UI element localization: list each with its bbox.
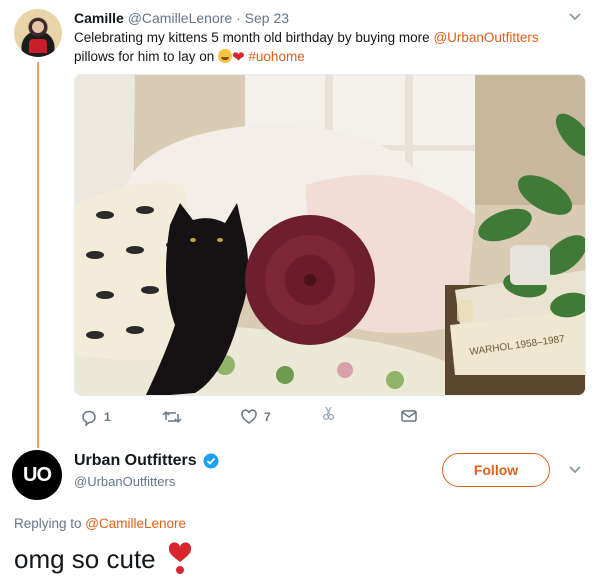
tweet1-header: Camille @CamilleLenore · Sep 23 [74,10,289,26]
verified-badge-icon [203,453,219,469]
replying-to-line: Replying to @CamilleLenore [14,516,186,531]
scissors-icon [322,406,335,421]
cat-photo-illustration: WARHOL 1958–1987 [75,75,585,395]
laughing-emoji-icon [218,49,233,63]
tweet1-text-part1: Celebrating my kittens 5 month old birth… [74,30,434,45]
heart-outline-icon [241,409,257,424]
avatar-face [32,21,44,33]
tweet1-author-name[interactable]: Camille [74,10,124,26]
tweet1-date[interactable]: Sep 23 [245,10,289,26]
follow-button[interactable]: Follow [442,453,550,487]
heavy-heart-exclamation-icon [168,542,191,574]
hashtag-link[interactable]: #uohome [248,49,304,64]
like-action[interactable]: 7 [240,408,271,426]
tweet1-actions: 1 7 [74,406,434,434]
tweet1-photo[interactable]: WARHOL 1958–1987 [74,74,586,396]
camille-avatar[interactable] [14,9,62,57]
tweet1-separator: · [236,10,241,26]
tweet1-author-handle[interactable]: @CamilleLenore [128,10,232,26]
mention-link[interactable]: @UrbanOutfitters [433,30,538,45]
red-heart-emoji-icon: ❤ [232,49,245,66]
reply-count: 1 [104,410,111,424]
retweet-icon [162,410,182,424]
tweet2-text-content: omg so cute [14,543,156,574]
message-action[interactable] [400,408,418,424]
tweet2-author: Urban Outfitters [74,452,219,470]
chevron-down-icon[interactable] [568,465,582,475]
tweet2-author-name[interactable]: Urban Outfitters [74,452,197,470]
retweet-action[interactable] [162,408,188,426]
urban-outfitters-avatar[interactable]: UO [12,450,62,500]
replying-to-handle-link[interactable]: @CamilleLenore [85,516,186,531]
tweet1-text-part2: pillows for him to lay on [74,49,219,64]
tweet2-text: omg so cute [14,542,194,576]
uo-logo-text: UO [23,463,52,486]
tweet2-author-handle[interactable]: @UrbanOutfitters [74,474,175,489]
like-count: 7 [264,410,271,424]
tweet1-text: Celebrating my kittens 5 month old birth… [74,28,584,67]
avatar-shirt [29,39,47,53]
reply-action[interactable]: 1 [80,408,111,426]
analytics-action[interactable] [320,404,336,422]
envelope-icon [401,410,417,422]
chevron-down-icon[interactable] [568,12,582,22]
thread-connector-line [37,62,39,448]
replying-to-prefix: Replying to [14,516,86,531]
reply-icon [82,410,96,426]
